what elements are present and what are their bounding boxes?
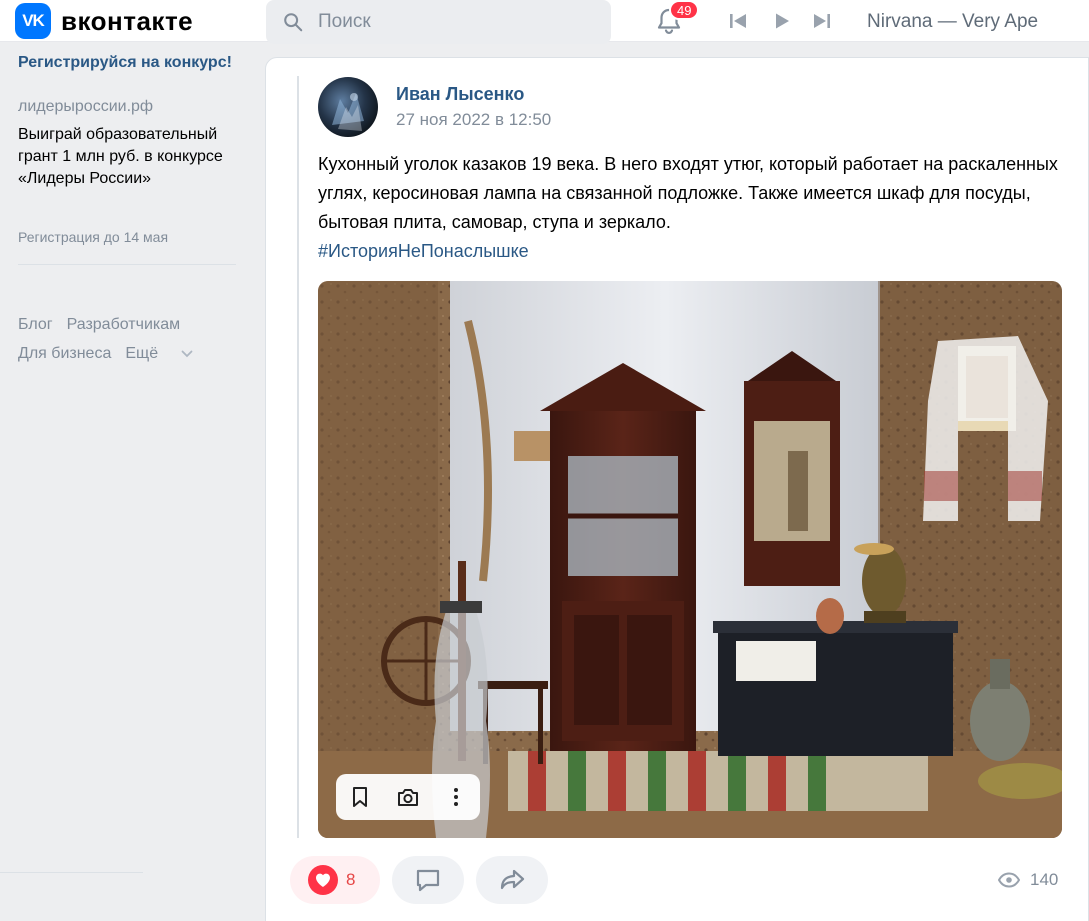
comment-button[interactable] xyxy=(392,856,464,904)
search-input[interactable]: Поиск xyxy=(266,0,611,44)
ad-text[interactable]: Выиграй образовательный грант 1 млн руб.… xyxy=(18,124,243,190)
find-similar-button[interactable] xyxy=(384,774,432,820)
vk-logo-icon: VK xyxy=(15,3,51,39)
ad-note: Регистрация до 14 мая xyxy=(18,229,169,245)
avatar-image xyxy=(332,93,364,131)
previous-track-icon[interactable] xyxy=(727,10,749,32)
footer-link-more-label: Ещё xyxy=(125,345,159,362)
avatar[interactable] xyxy=(318,77,378,137)
next-track-icon[interactable] xyxy=(811,10,833,32)
sidebar-bottom-divider xyxy=(0,872,143,873)
footer-link-business[interactable]: Для бизнеса xyxy=(18,345,111,362)
ad-title-link[interactable]: Регистрируйся на конкурс! xyxy=(18,52,238,73)
views-counter: 140 xyxy=(998,870,1058,890)
camera-icon xyxy=(398,789,418,806)
footer-links: Блог Разработчикам Для бизнеса Ещё xyxy=(18,310,248,368)
more-icon xyxy=(454,788,458,806)
play-icon[interactable] xyxy=(771,10,793,32)
views-count: 140 xyxy=(1030,870,1059,889)
footer-link-more[interactable]: Ещё xyxy=(125,345,192,362)
search-icon xyxy=(284,13,303,32)
search-placeholder: Поиск xyxy=(318,11,371,32)
heart-icon xyxy=(308,865,338,895)
sidebar-divider xyxy=(18,264,236,265)
post-photo-image xyxy=(318,281,1062,838)
share-icon xyxy=(500,869,525,890)
top-header: VK вконтакте Поиск 49 Nirvana — Very Ape xyxy=(0,0,1089,44)
footer-link-developers[interactable]: Разработчикам xyxy=(67,316,181,333)
eye-icon xyxy=(998,872,1020,888)
more-options-button[interactable] xyxy=(432,774,480,820)
repost-indicator-bar xyxy=(297,76,299,838)
post-card: Иван Лысенко 27 ноя 2022 в 12:50 Кухонны… xyxy=(265,57,1089,921)
comment-icon xyxy=(416,869,440,892)
post-date[interactable]: 27 ноя 2022 в 12:50 xyxy=(396,110,551,130)
share-button[interactable] xyxy=(476,856,548,904)
post-body: Кухонный уголок казаков 19 века. В него … xyxy=(318,154,1058,232)
vk-logo[interactable]: VK вконтакте xyxy=(15,3,193,39)
photo-toolbar xyxy=(336,774,480,820)
chevron-down-icon xyxy=(181,350,192,358)
post-author-link[interactable]: Иван Лысенко xyxy=(396,84,524,105)
vk-logo-text: вконтакте xyxy=(61,5,194,36)
notifications-badge: 49 xyxy=(669,0,700,20)
like-count: 8 xyxy=(346,870,356,889)
footer-link-blog[interactable]: Блог xyxy=(18,316,53,333)
ad-domain[interactable]: лидерыроссии.рф xyxy=(18,98,153,116)
like-button[interactable]: 8 xyxy=(290,856,380,904)
now-playing-track[interactable]: Nirvana — Very Ape xyxy=(867,11,1038,33)
post-text: Кухонный уголок казаков 19 века. В него … xyxy=(318,150,1073,266)
bookmark-button[interactable] xyxy=(336,774,384,820)
post-photo[interactable] xyxy=(318,281,1062,838)
post-hashtag-link[interactable]: #ИсторияНеПонаслышке xyxy=(318,241,529,261)
bookmark-icon xyxy=(353,787,367,807)
